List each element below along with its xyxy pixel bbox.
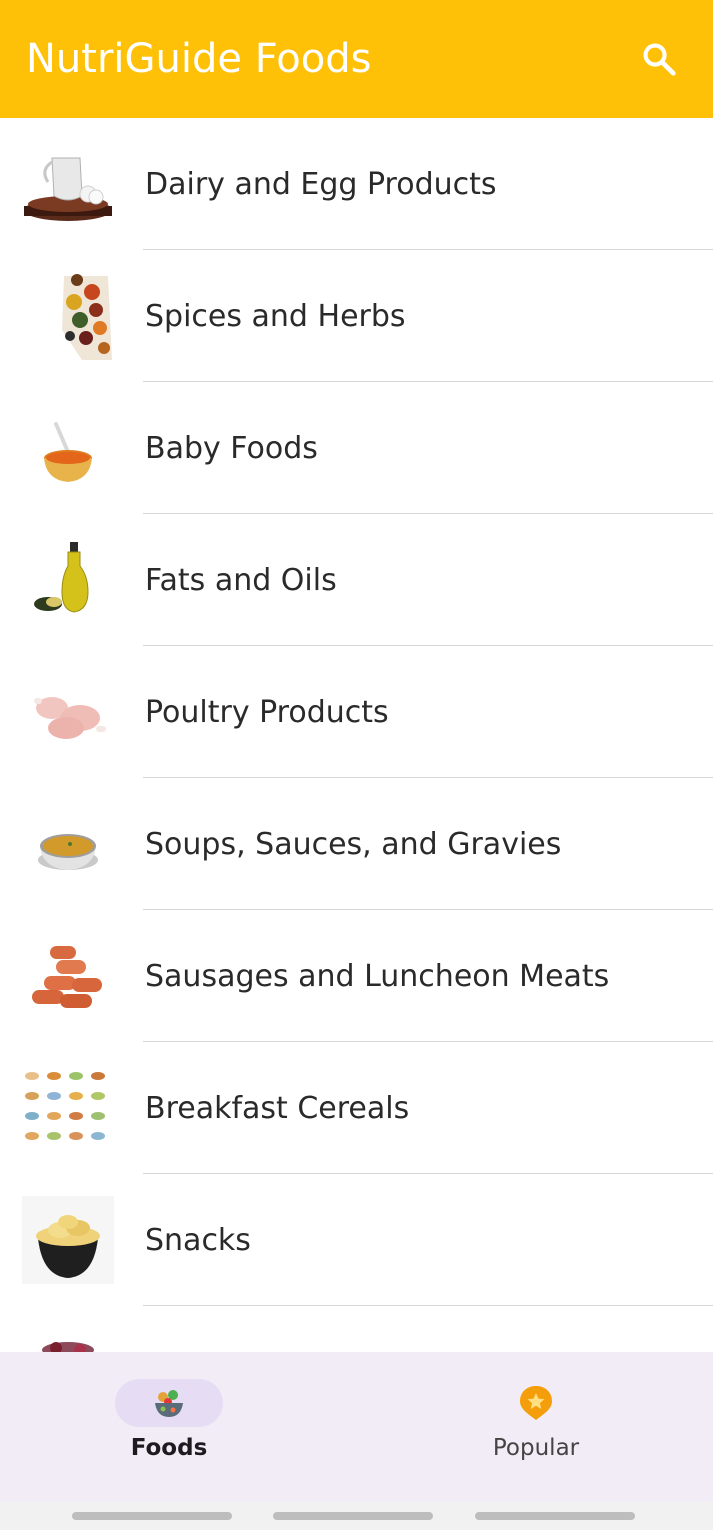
list-item[interactable]: Breakfast Cereals bbox=[0, 1042, 713, 1174]
list-item-label: Dairy and Egg Products bbox=[145, 166, 497, 202]
list-item-label: Snacks bbox=[145, 1222, 251, 1258]
app-title: NutriGuide Foods bbox=[26, 36, 372, 82]
chicken-drumstick-image bbox=[22, 668, 114, 756]
list-item-label: Spices and Herbs bbox=[145, 298, 406, 334]
spices-herbs-image bbox=[22, 272, 114, 360]
list-item[interactable]: Poultry Products bbox=[0, 646, 713, 778]
list-item[interactable] bbox=[0, 1306, 713, 1352]
list-item-label: Fats and Oils bbox=[145, 562, 337, 598]
nav-active-indicator bbox=[115, 1379, 223, 1427]
oil-bottle-image bbox=[22, 536, 114, 624]
breakfast-grid-image bbox=[22, 1064, 114, 1152]
list-item-label: Sausages and Luncheon Meats bbox=[145, 958, 610, 994]
gesture-segment bbox=[475, 1512, 635, 1520]
list-item-label: Poultry Products bbox=[145, 694, 389, 730]
list-item[interactable]: Sausages and Luncheon Meats bbox=[0, 910, 713, 1042]
nav-item-foods[interactable]: Foods bbox=[0, 1352, 356, 1502]
soup-bowl-image bbox=[22, 800, 114, 888]
chips-bowl-image bbox=[22, 1196, 114, 1284]
list-item-label: Breakfast Cereals bbox=[145, 1090, 410, 1126]
list-item[interactable]: Snacks bbox=[0, 1174, 713, 1306]
list-item[interactable]: Soups, Sauces, and Gravies bbox=[0, 778, 713, 910]
bottom-navigation: Foods Popular bbox=[0, 1352, 713, 1502]
category-list: Dairy and Egg Products Spices and Herbs bbox=[0, 118, 713, 1352]
nav-icon-container bbox=[482, 1379, 590, 1427]
star-badge-icon bbox=[520, 1386, 552, 1420]
search-icon bbox=[643, 43, 676, 76]
dairy-egg-image bbox=[22, 140, 114, 228]
next-category-image bbox=[22, 1328, 114, 1352]
nav-item-popular[interactable]: Popular bbox=[357, 1352, 713, 1502]
gesture-segment bbox=[72, 1512, 232, 1520]
list-item-label: Baby Foods bbox=[145, 430, 318, 466]
salad-bowl-icon bbox=[155, 1390, 183, 1417]
nav-label-popular: Popular bbox=[492, 1435, 580, 1461]
sausages-image bbox=[22, 932, 114, 1020]
baby-food-image bbox=[22, 404, 114, 492]
search-button[interactable] bbox=[635, 35, 683, 83]
system-gesture-bar bbox=[0, 1502, 713, 1530]
list-item[interactable]: Spices and Herbs bbox=[0, 250, 713, 382]
list-item-label: Soups, Sauces, and Gravies bbox=[145, 826, 562, 862]
list-item[interactable]: Fats and Oils bbox=[0, 514, 713, 646]
gesture-segment bbox=[273, 1512, 433, 1520]
nav-label-foods: Foods bbox=[130, 1435, 208, 1461]
list-item[interactable]: Dairy and Egg Products bbox=[0, 118, 713, 250]
list-item[interactable]: Baby Foods bbox=[0, 382, 713, 514]
app-bar: NutriGuide Foods bbox=[0, 0, 713, 118]
